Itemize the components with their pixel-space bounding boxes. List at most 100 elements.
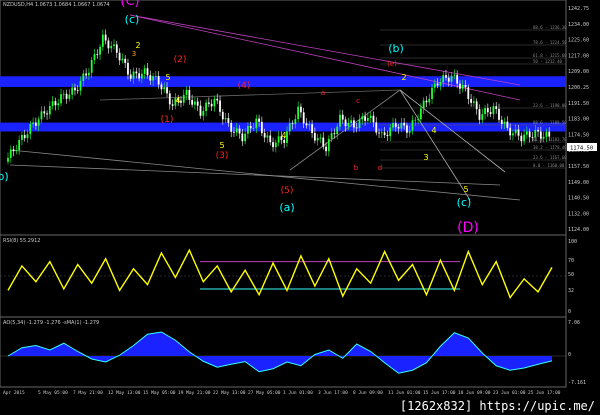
candle-body [113,44,115,47]
candle-body [60,94,62,104]
candle-body [528,131,531,138]
candle-body [101,34,104,47]
candle-body [221,111,224,120]
wave-label: (c) [125,13,140,26]
wave-label: 4 [281,131,286,140]
time-tick: Apr 2015 [3,390,25,396]
candle-body [408,130,411,133]
candle-body [305,123,308,126]
candle-body [230,122,233,132]
candle-body [96,54,99,55]
candle-body [68,94,71,99]
candle-body [378,132,380,134]
candle-body [484,108,486,115]
wave-label: 3 [132,50,136,58]
candle-body [90,60,93,73]
candle-body [62,93,65,95]
candle-body [46,113,48,115]
ao-level-label: 0 [568,352,571,358]
candle-body [297,106,300,120]
wave-label: 5 [165,73,170,82]
candle-body [138,73,141,79]
candle-body [29,124,32,135]
wave-label: (e) [387,60,397,68]
candle-body [238,128,241,134]
candle-body [361,116,364,120]
candle-body [300,106,302,113]
candle-body [213,98,216,107]
candle-body [121,58,124,61]
time-tick: 19 May 21:00 [178,390,211,396]
candle-body [104,34,107,41]
price-panel[interactable] [0,0,567,236]
time-tick: 23 Jun 01:00 [493,390,526,396]
time-tick: 3 Jun 17:00 [318,390,348,396]
candle-body [85,73,88,76]
time-tick: 22 May 13:00 [213,390,246,396]
candle-body [445,75,447,78]
candle-body [274,142,277,148]
wave-label: 5 [219,141,224,150]
candle-body [545,131,548,137]
candle-body [74,87,76,91]
candle-body [406,125,408,133]
ao-level-label: -7.161 [568,380,586,386]
candle-body [500,119,503,124]
time-tick: 25 Jun 17:00 [528,390,561,396]
candle-body [539,131,542,139]
wave-label: b [354,164,359,172]
price-tick: 1225.60 [568,38,589,44]
candle-body [205,102,207,112]
candle-body [40,111,43,120]
candle-body [160,84,163,90]
candle-body [163,87,166,90]
candle-body [166,87,168,94]
candle-body [149,75,152,81]
price-tick: 1132.00 [568,211,589,217]
fib-label: 50 - 1212.40 [533,59,562,64]
candle-body [191,99,194,105]
fib-label: 88.6 - 1236.30 [533,25,567,30]
candle-body [244,133,247,142]
candle-body [247,125,249,134]
wave-label: d [378,164,382,172]
candle-body [316,138,319,141]
candle-body [512,133,514,136]
candle-body [503,121,506,124]
candle-body [453,74,456,76]
time-tick: 27 May 05:00 [248,390,281,396]
candle-body [389,127,392,137]
candle-body [350,120,353,124]
wave-label: (a) [279,201,294,214]
wave-label: 3 [423,153,428,162]
trading-chart[interactable]: NZDUSD,H4 1.0673 1.0684 1.0667 1.0674 88… [0,0,600,415]
candle-body [456,74,459,84]
watermark: [1262x832] https://upic.me/ [396,398,598,414]
candle-body [364,116,366,121]
candle-body [88,72,90,76]
candle-body [531,137,534,138]
wave-label: 4 [431,126,436,135]
candle-body [514,129,517,134]
candle-body [263,133,266,138]
candle-body [358,119,361,129]
time-tick: 7 May 21:00 [73,390,103,396]
candle-body [548,131,551,137]
candle-body [171,104,174,106]
candle-body [43,111,46,114]
candle-body [154,76,157,77]
candle-body [15,150,18,152]
candle-body [537,129,539,132]
candle-body [400,122,403,129]
candle-body [347,123,350,127]
candle-body [269,135,272,143]
candle-body [411,120,414,131]
candle-body [135,71,138,74]
candle-body [65,93,68,99]
candle-body [249,125,252,129]
candle-body [146,68,149,76]
candle-body [313,133,316,141]
price-tick: 1217.00 [568,53,589,59]
candle-body [168,93,171,105]
candle-body [152,76,154,81]
